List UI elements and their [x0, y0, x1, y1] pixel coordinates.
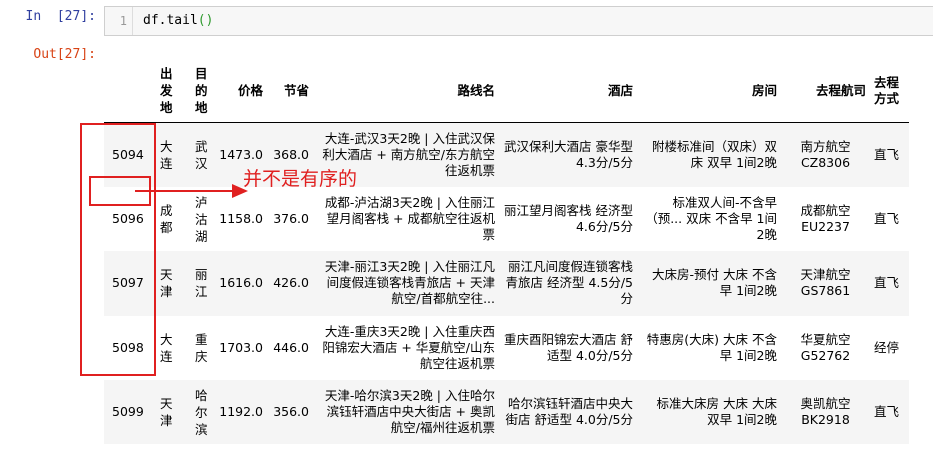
annotation-arrow [135, 184, 248, 198]
annotation-text: 并不是有序的 [243, 168, 358, 190]
